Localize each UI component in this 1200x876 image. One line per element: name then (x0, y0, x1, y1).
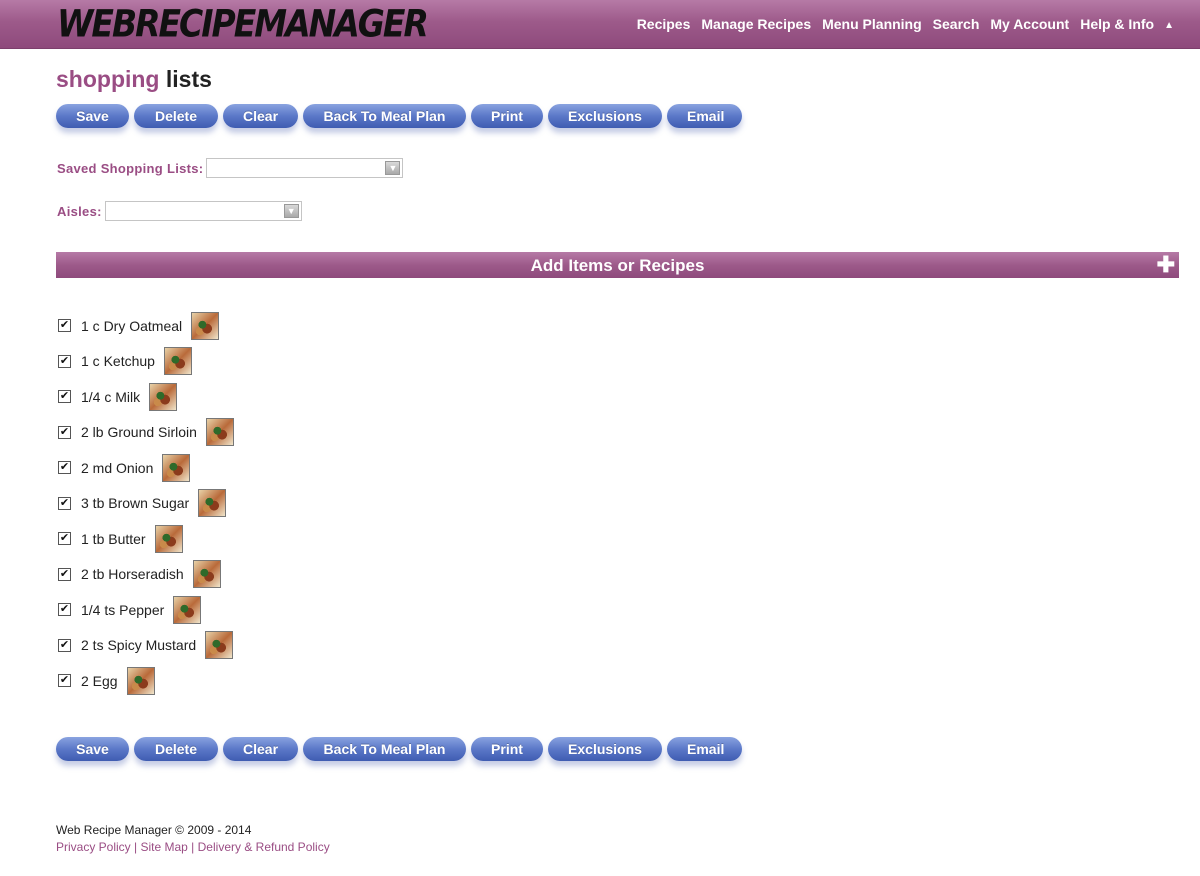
bottom-button-row: Save Delete Clear Back To Meal Plan Prin… (56, 737, 747, 761)
footer-separator: | (130, 840, 141, 854)
nav-search[interactable]: Search (933, 16, 980, 32)
plus-icon[interactable]: ✚ (1157, 252, 1175, 278)
item-checkbox[interactable]: ✔ (58, 496, 71, 510)
site-logo[interactable]: WEBRECIPEMANAGER (57, 2, 429, 47)
chevron-down-icon[interactable]: ▼ (283, 204, 299, 218)
email-button[interactable]: Email (667, 104, 742, 128)
page-title-part1: shopping (56, 66, 160, 92)
list-item: ✔ 2 Egg (58, 663, 234, 699)
item-checkbox[interactable]: ✔ (58, 603, 71, 617)
back-to-meal-plan-button[interactable]: Back To Meal Plan (303, 737, 466, 761)
item-label: 3 tb Brown Sugar (81, 495, 190, 512)
list-item: ✔ 3 tb Brown Sugar (58, 486, 234, 522)
item-checkbox[interactable]: ✔ (58, 425, 71, 439)
recipe-thumbnail-icon[interactable] (162, 453, 191, 482)
footer: Web Recipe Manager © 2009 - 2014 Privacy… (56, 822, 330, 856)
footer-links: Privacy Policy | Site Map | Delivery & R… (56, 839, 330, 856)
list-item: ✔ 2 lb Ground Sirloin (58, 415, 234, 451)
exclusions-button[interactable]: Exclusions (548, 737, 662, 761)
recipe-thumbnail-icon[interactable] (149, 382, 178, 411)
item-checkbox[interactable]: ✔ (58, 532, 71, 546)
list-item: ✔ 1/4 ts Pepper (58, 592, 234, 628)
list-item: ✔ 2 md Onion (58, 450, 234, 486)
email-button[interactable]: Email (667, 737, 742, 761)
list-item: ✔ 2 ts Spicy Mustard (58, 628, 234, 664)
clear-button[interactable]: Clear (223, 737, 298, 761)
top-button-row: Save Delete Clear Back To Meal Plan Prin… (56, 104, 747, 128)
item-checkbox[interactable]: ✔ (58, 567, 71, 581)
item-checkbox[interactable]: ✔ (58, 461, 71, 475)
recipe-thumbnail-icon[interactable] (126, 666, 155, 695)
recipe-thumbnail-icon[interactable] (154, 524, 183, 553)
list-item: ✔ 1 c Ketchup (58, 344, 234, 380)
recipe-thumbnail-icon[interactable] (205, 418, 234, 447)
recipe-thumbnail-icon[interactable] (173, 595, 202, 624)
privacy-policy-link[interactable]: Privacy Policy (56, 840, 131, 854)
item-label: 2 Egg (81, 672, 118, 689)
main-nav: Recipes Manage Recipes Menu Planning Sea… (626, 0, 1174, 48)
aisles-label: Aisles: (57, 203, 102, 219)
item-label: 2 lb Ground Sirloin (81, 424, 197, 441)
save-button[interactable]: Save (56, 104, 129, 128)
recipe-thumbnail-icon[interactable] (163, 347, 192, 376)
print-button[interactable]: Print (471, 104, 543, 128)
item-label: 2 ts Spicy Mustard (81, 637, 197, 654)
nav-menu-planning[interactable]: Menu Planning (822, 16, 922, 32)
exclusions-button[interactable]: Exclusions (548, 104, 662, 128)
page-title-part2: lists (165, 66, 212, 92)
shopping-item-list: ✔ 1 c Dry Oatmeal ✔ 1 c Ketchup ✔ 1/4 c Milk ✔… (58, 308, 234, 699)
nav-my-account[interactable]: My Account (990, 16, 1069, 32)
list-item: ✔ 1/4 c Milk (58, 379, 234, 415)
recipe-thumbnail-icon[interactable] (198, 489, 227, 518)
aisles-field: Aisles: ▼ (57, 201, 302, 221)
saved-lists-select[interactable]: ▼ (206, 158, 404, 178)
saved-lists-field: Saved Shopping Lists: ▼ (57, 158, 404, 178)
aisles-select[interactable]: ▼ (104, 201, 302, 221)
print-button[interactable]: Print (471, 737, 543, 761)
top-nav-bar: WEBRECIPEMANAGER Recipes Manage Recipes … (0, 0, 1200, 49)
list-item: ✔ 1 c Dry Oatmeal (58, 308, 234, 344)
item-checkbox[interactable]: ✔ (58, 319, 71, 333)
clear-button[interactable]: Clear (223, 104, 298, 128)
delete-button[interactable]: Delete (134, 737, 218, 761)
item-label: 2 md Onion (81, 459, 154, 476)
chevron-down-icon[interactable]: ▼ (385, 161, 401, 175)
saved-lists-label: Saved Shopping Lists: (57, 160, 204, 176)
caret-up-icon[interactable]: ▲ (1164, 20, 1174, 31)
recipe-thumbnail-icon[interactable] (192, 560, 221, 589)
copyright: Web Recipe Manager © 2009 - 2014 (56, 823, 252, 837)
item-label: 1 c Dry Oatmeal (81, 317, 183, 334)
footer-separator: | (187, 840, 198, 854)
page-title: shopping lists (56, 66, 212, 93)
item-checkbox[interactable]: ✔ (58, 390, 71, 404)
add-items-label: Add Items or Recipes (530, 256, 705, 275)
item-checkbox[interactable]: ✔ (58, 638, 71, 652)
recipe-thumbnail-icon[interactable] (191, 311, 220, 340)
item-checkbox[interactable]: ✔ (58, 354, 71, 368)
recipe-thumbnail-icon[interactable] (205, 631, 234, 660)
item-label: 1/4 c Milk (81, 388, 141, 405)
list-item: ✔ 1 tb Butter (58, 521, 234, 557)
site-map-link[interactable]: Site Map (140, 840, 187, 854)
item-label: 1/4 ts Pepper (81, 601, 165, 618)
item-label: 1 c Ketchup (81, 353, 155, 370)
delete-button[interactable]: Delete (134, 104, 218, 128)
save-button[interactable]: Save (56, 737, 129, 761)
list-item: ✔ 2 tb Horseradish (58, 557, 234, 593)
back-to-meal-plan-button[interactable]: Back To Meal Plan (303, 104, 466, 128)
item-label: 1 tb Butter (81, 530, 146, 547)
delivery-refund-link[interactable]: Delivery & Refund Policy (198, 840, 330, 854)
nav-help-info[interactable]: Help & Info (1080, 16, 1154, 32)
nav-recipes[interactable]: Recipes (637, 16, 691, 32)
nav-manage-recipes[interactable]: Manage Recipes (701, 16, 811, 32)
add-items-bar[interactable]: Add Items or Recipes ✚ (56, 252, 1179, 278)
item-label: 2 tb Horseradish (81, 566, 184, 583)
item-checkbox[interactable]: ✔ (58, 674, 71, 688)
